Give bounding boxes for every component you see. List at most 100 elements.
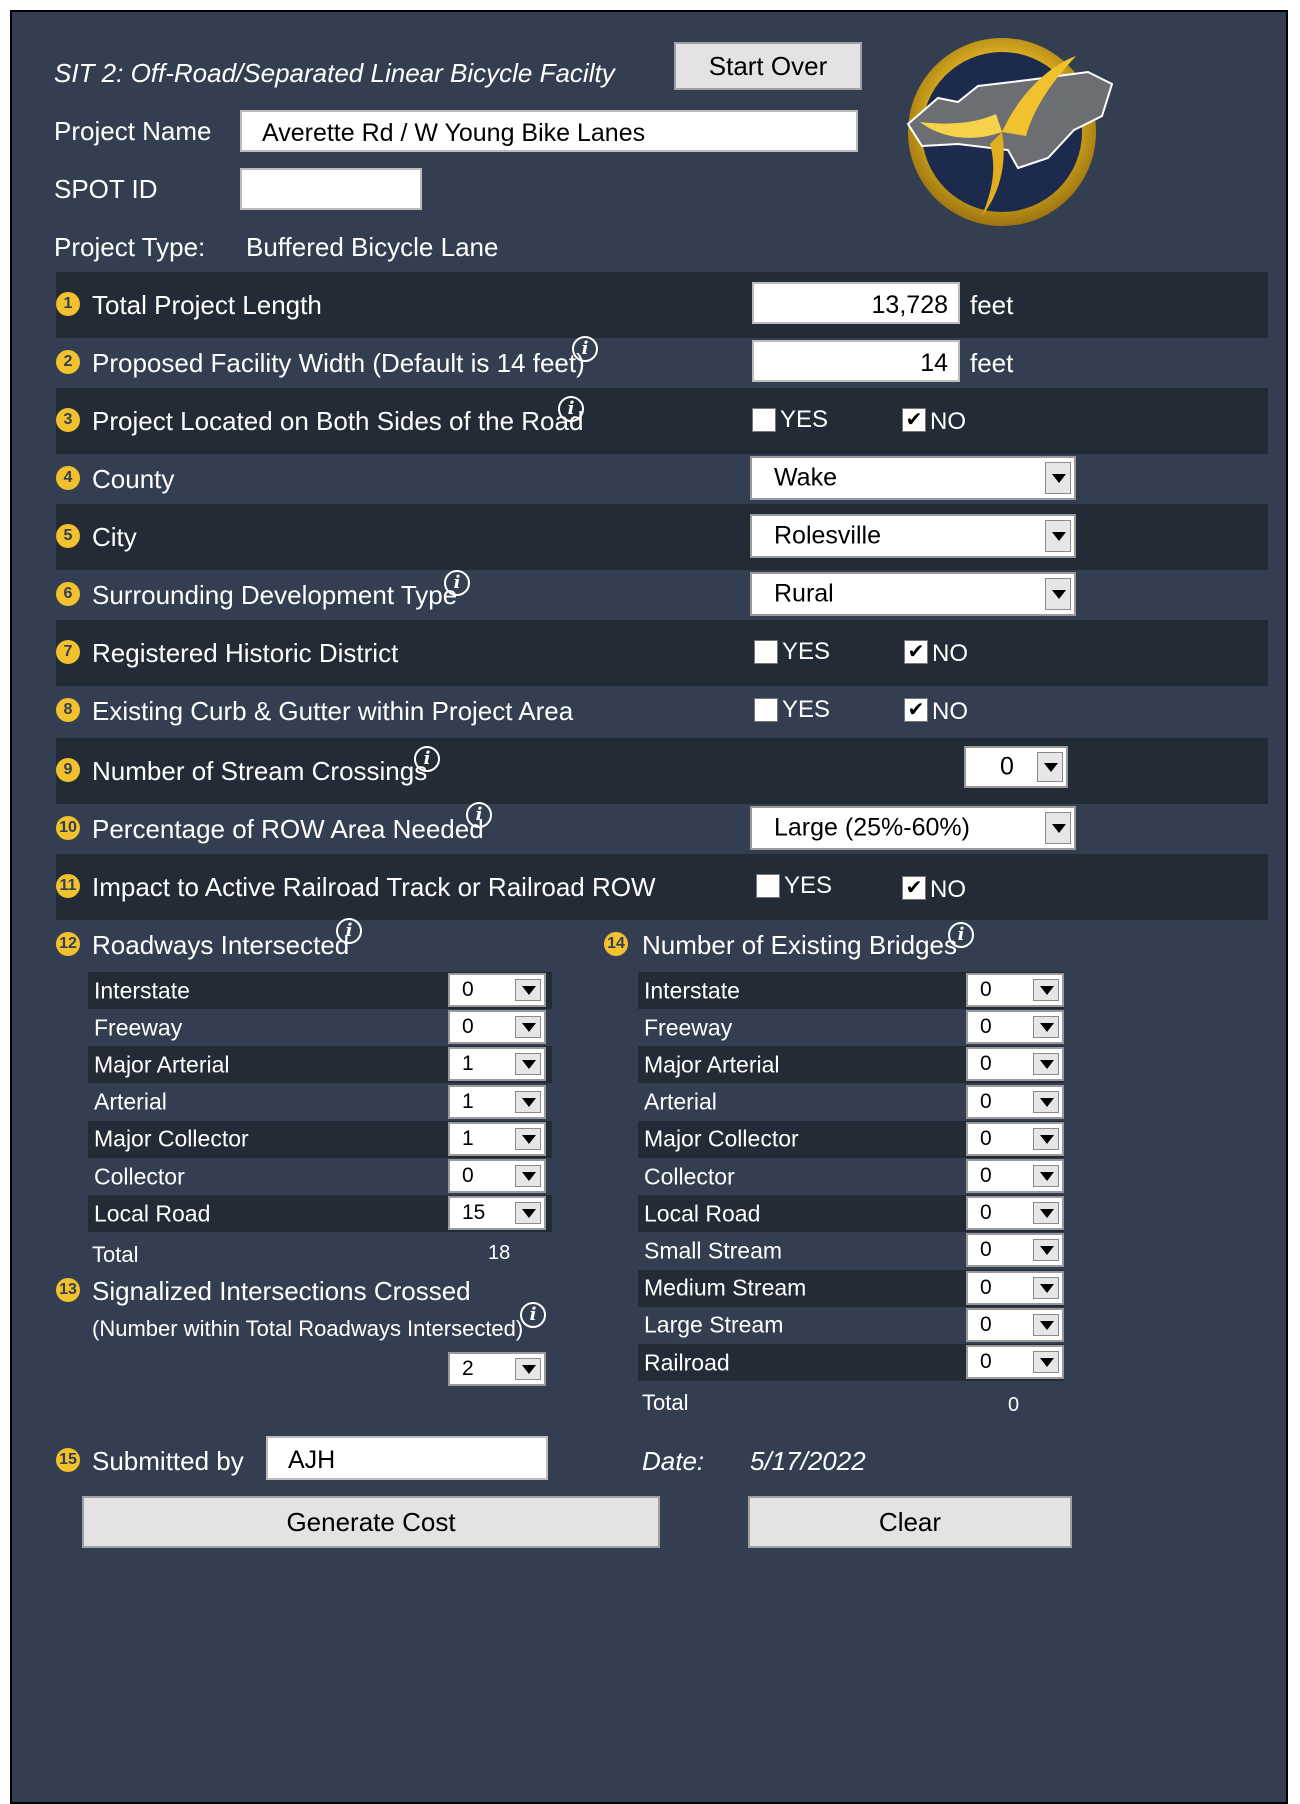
stream-crossings-label: Number of Stream Crossings [92,756,428,786]
chevron-down-icon[interactable] [1033,1165,1059,1187]
county-dropdown[interactable]: Wake [750,456,1076,500]
historic-yes-checkbox[interactable] [754,640,778,664]
stream-crossings-value: 0 [1000,752,1014,781]
row-count-dropdown[interactable]: 0 [966,1196,1064,1231]
chevron-down-icon[interactable] [1045,812,1071,844]
chevron-down-icon[interactable] [515,1202,541,1225]
row-count-value: 0 [980,978,992,1001]
row-count-dropdown[interactable]: 0 [966,1345,1064,1379]
info-icon[interactable]: i [520,1302,546,1328]
row-label: Arterial [644,1088,717,1115]
row-count-dropdown[interactable]: 0 [448,973,546,1007]
row-count-dropdown[interactable]: 0 [966,1159,1064,1193]
info-icon[interactable]: i [466,802,492,828]
bridges-total-value: 0 [1008,1394,1020,1416]
no-label: NO [932,698,968,725]
both-sides-no-checkbox[interactable]: ✔ [902,408,926,432]
generate-cost-button[interactable]: Generate Cost [82,1496,660,1548]
row-count-value: 0 [462,978,474,1001]
row-label: Medium Stream [644,1274,807,1301]
item-number-badge: 5 [56,524,80,548]
chevron-down-icon[interactable] [515,1127,541,1150]
chevron-down-icon[interactable] [515,1053,541,1076]
historic-no-checkbox[interactable]: ✔ [904,640,928,664]
row-area-dropdown[interactable]: Large (25%-60%) [750,806,1076,850]
row-count-dropdown[interactable]: 0 [966,1121,1064,1156]
row-count-dropdown[interactable]: 0 [448,1010,546,1045]
chevron-down-icon[interactable] [1033,1090,1059,1113]
chevron-down-icon[interactable] [1033,1276,1059,1299]
signalized-dropdown[interactable]: 2 [448,1352,546,1386]
row-count-dropdown[interactable]: 0 [966,1084,1064,1119]
spot-id-input[interactable] [240,168,422,210]
bridges-title: Number of Existing Bridges [642,930,958,960]
chevron-down-icon[interactable] [1033,1016,1059,1039]
table-row: Local Road 15 [88,1195,552,1233]
project-name-input[interactable]: Averette Rd / W Young Bike Lanes [240,110,858,152]
development-type-value: Rural [774,579,834,608]
bridges-total-label: Total [642,1390,689,1415]
chevron-down-icon[interactable] [1033,979,1059,1001]
table-row: Arterial 0 [638,1084,1064,1121]
item-number-badge: 1 [56,292,80,316]
info-icon[interactable]: i [336,918,362,944]
stream-crossings-dropdown[interactable]: 0 [964,746,1068,788]
row-count-dropdown[interactable]: 0 [966,1010,1064,1045]
row-count-dropdown[interactable]: 0 [966,1233,1064,1268]
development-type-dropdown[interactable]: Rural [750,572,1076,616]
chevron-down-icon[interactable] [515,1165,541,1187]
row-label: Large Stream [644,1311,784,1338]
form-title: SIT 2: Off-Road/Separated Linear Bicycle… [54,58,615,88]
start-over-button[interactable]: Start Over [674,42,862,90]
chevron-down-icon[interactable] [1037,752,1063,782]
info-icon[interactable]: i [414,746,440,772]
project-type-value: Buffered Bicycle Lane [246,232,499,262]
row-count-dropdown[interactable]: 0 [448,1159,546,1193]
info-icon[interactable]: i [558,396,584,422]
info-icon[interactable]: i [572,336,598,362]
row-label: Arterial [94,1088,167,1115]
curb-gutter-label: Existing Curb & Gutter within Project Ar… [92,696,574,726]
row-count-value: 0 [462,1164,474,1187]
chevron-down-icon[interactable] [1033,1127,1059,1150]
railroad-yes-checkbox[interactable] [756,874,780,898]
chevron-down-icon[interactable] [1033,1202,1059,1225]
clear-button[interactable]: Clear [748,1496,1072,1548]
row-count-dropdown[interactable]: 0 [966,1047,1064,1082]
signalized-value: 2 [462,1357,474,1380]
row-count-dropdown[interactable]: 0 [966,1270,1064,1305]
curb-no-checkbox[interactable]: ✔ [904,698,928,722]
chevron-down-icon[interactable] [1033,1351,1059,1373]
city-dropdown[interactable]: Rolesville [750,514,1076,558]
row-count-dropdown[interactable]: 0 [966,1307,1064,1342]
info-icon[interactable]: i [444,570,470,596]
submitted-by-label: Submitted by [92,1446,244,1476]
row-label: Interstate [644,977,740,1003]
facility-width-input[interactable]: 14 [752,340,960,382]
total-length-input[interactable]: 13,728 [752,282,960,324]
chevron-down-icon[interactable] [515,1090,541,1113]
chevron-down-icon[interactable] [515,979,541,1001]
row-count-dropdown[interactable]: 1 [448,1121,546,1156]
table-row: Arterial 1 [88,1084,552,1121]
chevron-down-icon[interactable] [1045,462,1071,494]
chevron-down-icon[interactable] [1045,578,1071,610]
row-count-value: 0 [980,1275,992,1299]
row-count-value: 1 [462,1052,474,1076]
curb-yes-checkbox[interactable] [754,698,778,722]
both-sides-yes-checkbox[interactable] [752,408,776,432]
railroad-no-checkbox[interactable]: ✔ [902,876,926,900]
chevron-down-icon[interactable] [1045,520,1071,552]
chevron-down-icon[interactable] [1033,1053,1059,1076]
chevron-down-icon[interactable] [1033,1239,1059,1262]
row-count-dropdown[interactable]: 0 [966,973,1064,1007]
info-icon[interactable]: i [948,922,974,948]
chevron-down-icon[interactable] [515,1016,541,1039]
chevron-down-icon[interactable] [1033,1313,1059,1336]
chevron-down-icon[interactable] [515,1358,541,1380]
submitted-by-input[interactable]: AJH [266,1436,548,1480]
row-count-dropdown[interactable]: 15 [448,1196,546,1231]
yes-label: YES [782,638,831,665]
row-count-dropdown[interactable]: 1 [448,1047,546,1082]
row-count-dropdown[interactable]: 1 [448,1084,546,1119]
